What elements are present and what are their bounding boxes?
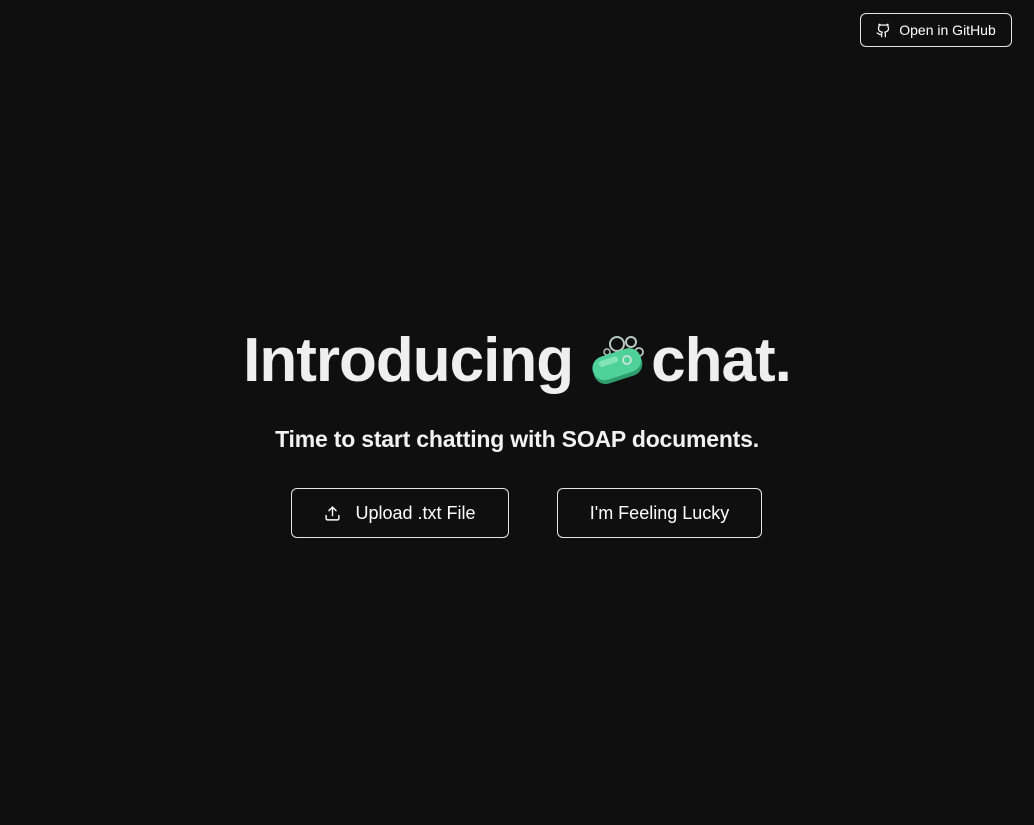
action-buttons: Upload .txt File I'm Feeling Lucky: [0, 488, 1034, 538]
upload-txt-file-label: Upload .txt File: [355, 502, 476, 523]
soap-icon: [587, 334, 649, 388]
upload-icon: [324, 505, 341, 522]
headline-suffix: chat.: [651, 326, 792, 395]
github-icon: [876, 23, 891, 38]
hero-section: Introducing chat. Time to start chatting…: [0, 324, 1034, 453]
open-in-github-button[interactable]: Open in GitHub: [860, 13, 1012, 47]
page-title: Introducing chat.: [0, 324, 1034, 398]
feeling-lucky-label: I'm Feeling Lucky: [589, 502, 730, 523]
feeling-lucky-button[interactable]: I'm Feeling Lucky: [557, 488, 762, 538]
page-subtitle: Time to start chatting with SOAP documen…: [275, 426, 759, 452]
headline-prefix: Introducing: [243, 326, 574, 395]
upload-txt-file-button[interactable]: Upload .txt File: [291, 488, 509, 538]
open-in-github-label: Open in GitHub: [899, 22, 996, 38]
